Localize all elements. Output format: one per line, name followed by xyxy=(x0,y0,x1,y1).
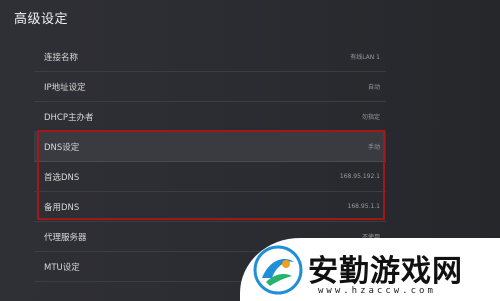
setting-row-dhcp-host[interactable]: DHCP主办者 勿指定 xyxy=(34,102,386,132)
setting-value: 勿指定 xyxy=(361,114,380,121)
setting-value: 168.95.192.1 xyxy=(339,173,380,180)
screen: 高级设定 连接名称 有线LAN 1 IP地址设定 自动 DHCP主办者 勿指定 … xyxy=(0,0,500,301)
setting-value: 自动 xyxy=(367,84,380,91)
setting-value: 有线LAN 1 xyxy=(350,54,380,61)
setting-value: 手动 xyxy=(367,144,380,151)
setting-label: 代理服务器 xyxy=(44,232,87,243)
setting-label: DNS设定 xyxy=(44,142,80,153)
setting-value: 168.95.1.1 xyxy=(347,203,380,210)
setting-row-ip-address[interactable]: IP地址设定 自动 xyxy=(34,72,386,102)
setting-row-connection-name[interactable]: 连接名称 有线LAN 1 xyxy=(34,42,386,72)
setting-label: 备用DNS xyxy=(44,202,80,213)
setting-row-primary-dns[interactable]: 首选DNS 168.95.192.1 xyxy=(34,162,386,192)
watermark-title: 安勤游戏网 xyxy=(308,254,463,289)
page-title: 高级设定 xyxy=(14,12,69,27)
setting-label: DHCP主办者 xyxy=(44,112,94,123)
watermark-logo-icon xyxy=(253,245,303,295)
setting-row-secondary-dns[interactable]: 备用DNS 168.95.1.1 xyxy=(34,192,386,222)
watermark-url: www.hzaccw.com xyxy=(318,286,436,296)
setting-row-dns-settings[interactable]: DNS设定 手动 xyxy=(34,132,386,162)
setting-label: 首选DNS xyxy=(44,172,80,183)
setting-label: 连接名称 xyxy=(44,52,79,63)
setting-label: IP地址设定 xyxy=(44,82,86,93)
setting-label: MTU设定 xyxy=(44,262,80,273)
